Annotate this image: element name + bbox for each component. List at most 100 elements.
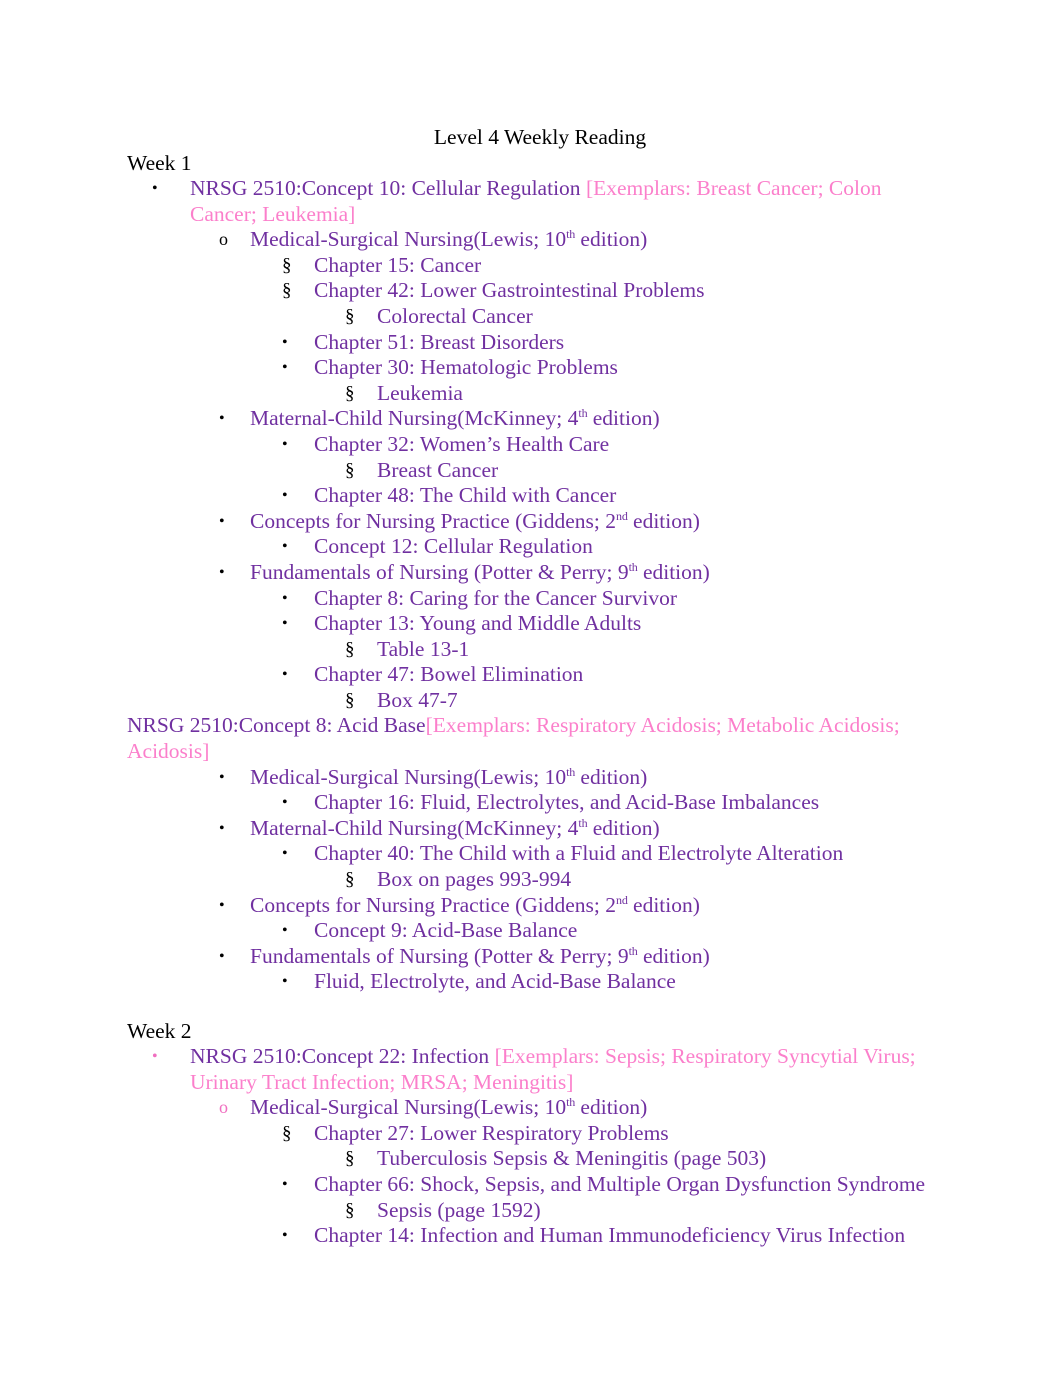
bullet-marker-icon: • xyxy=(219,896,225,914)
concept-heading-acid-base: NRSG 2510:Concept 8: Acid Base[Exemplars… xyxy=(127,713,937,764)
week-2-heading: Week 2 xyxy=(127,1019,192,1043)
list-item-label: Box on pages 993-994 xyxy=(377,867,572,892)
list-item: § Tuberculosis Sepsis & Meningitis (page … xyxy=(127,1146,937,1172)
list-item-label: Concept 9: Acid-Base Balance xyxy=(314,918,578,943)
list-item-label: Fluid, Electrolyte, and Acid-Base Balanc… xyxy=(314,969,676,994)
list-item: § Sepsis (page 1592) xyxy=(127,1198,937,1224)
list-item-label: Chapter 47: Bowel Elimination xyxy=(314,662,584,687)
list-item: • Chapter 8: Caring for the Cancer Surviv… xyxy=(127,586,937,612)
bullet-marker-icon: • xyxy=(282,435,288,453)
list-item: § Chapter 27: Lower Respiratory Problems xyxy=(127,1121,937,1147)
list-item-label: Tuberculosis Sepsis & Meningitis (page 5… xyxy=(377,1146,767,1171)
list-item: • NRSG 2510:Concept 10: Cellular Regulati… xyxy=(127,176,937,227)
list-item: • Concept 9: Acid-Base Balance xyxy=(127,918,937,944)
list-item: o Medical-Surgical Nursing(Lewis; 10th ed… xyxy=(127,227,937,253)
list-item: § Breast Cancer xyxy=(127,458,937,484)
bullet-marker-icon: • xyxy=(152,180,158,197)
list-item-label-tail: edition) xyxy=(587,406,660,431)
list-item: • Concepts for Nursing Practice (Giddens;… xyxy=(127,893,937,919)
section-marker-icon: § xyxy=(345,305,355,327)
list-item: • Chapter 47: Bowel Elimination xyxy=(127,662,937,688)
section-marker-icon: § xyxy=(345,689,355,711)
concept-label: NRSG 2510:Concept 8: Acid Base xyxy=(127,713,426,738)
list-item-label: Chapter 16: Fluid, Electrolytes, and Aci… xyxy=(314,790,820,815)
list-item-label: Breast Cancer xyxy=(377,457,499,482)
list-item: • Concept 12: Cellular Regulation xyxy=(127,534,937,560)
bullet-marker-icon: • xyxy=(219,563,225,581)
list-item-label: Chapter 8: Caring for the Cancer Survivo… xyxy=(314,585,678,610)
bullet-marker-icon: • xyxy=(282,845,288,863)
list-item: § Colorectal Cancer xyxy=(127,304,937,330)
edition-superscript: nd xyxy=(616,892,628,907)
circle-marker-icon: o xyxy=(219,1097,228,1118)
list-item-label-tail: edition) xyxy=(627,508,700,533)
edition-superscript: th xyxy=(566,227,576,242)
list-item: • Fundamentals of Nursing (Potter & Perry… xyxy=(127,944,937,970)
list-item-label: Box 47-7 xyxy=(377,687,458,712)
list-item: • Chapter 16: Fluid, Electrolytes, and Ac… xyxy=(127,790,937,816)
list-item-label: Concepts for Nursing Practice (Giddens; … xyxy=(250,892,617,917)
list-item: • Chapter 51: Breast Disorders xyxy=(127,330,937,356)
bullet-marker-icon: • xyxy=(282,359,288,377)
list-item: • Medical-Surgical Nursing(Lewis; 10th ed… xyxy=(127,765,937,791)
list-item: • Chapter 13: Young and Middle Adults xyxy=(127,611,937,637)
list-item-label: Chapter 13: Young and Middle Adults xyxy=(314,611,642,636)
list-item-label-tail: edition) xyxy=(587,815,660,840)
list-item-label: Medical-Surgical Nursing(Lewis; 10 xyxy=(250,227,567,252)
list-item-label: NRSG 2510:Concept 10: Cellular Regulatio… xyxy=(190,176,586,200)
list-item: • Fundamentals of Nursing (Potter & Perry… xyxy=(127,560,937,586)
list-item-label-tail: edition) xyxy=(637,943,710,968)
list-item-label-tail: edition) xyxy=(627,892,700,917)
list-item-label: Fundamentals of Nursing (Potter & Perry;… xyxy=(250,943,629,968)
bullet-marker-icon: • xyxy=(282,1227,288,1245)
list-item-label: Fundamentals of Nursing (Potter & Perry;… xyxy=(250,559,629,584)
list-item-label: Concepts for Nursing Practice (Giddens; … xyxy=(250,508,617,533)
list-item: § Leukemia xyxy=(127,381,937,407)
bullet-marker-icon: • xyxy=(219,512,225,530)
list-item-label: Sepsis (page 1592) xyxy=(377,1197,541,1222)
list-item-label: Chapter 32: Women’s Health Care xyxy=(314,431,610,456)
bullet-marker-icon: • xyxy=(152,1048,158,1065)
edition-superscript: th xyxy=(566,1095,576,1110)
bullet-marker-icon: • xyxy=(282,666,288,684)
list-item-label: Colorectal Cancer xyxy=(377,303,533,328)
section-marker-icon: § xyxy=(345,382,355,404)
list-item-label-tail: edition) xyxy=(575,764,648,789)
bullet-marker-icon: • xyxy=(282,538,288,556)
list-item-label: Concept 12: Cellular Regulation xyxy=(314,534,593,559)
section-marker-icon: § xyxy=(345,1199,355,1221)
bullet-marker-icon: • xyxy=(282,615,288,633)
section-marker-icon: § xyxy=(345,638,355,660)
list-item: • NRSG 2510:Concept 22: Infection [Exempl… xyxy=(127,1044,937,1095)
edition-superscript: nd xyxy=(616,508,628,523)
section-marker-icon: § xyxy=(282,254,292,276)
bullet-marker-icon: • xyxy=(219,768,225,786)
section-marker-icon: § xyxy=(345,869,355,891)
bullet-marker-icon: • xyxy=(282,922,288,940)
edition-superscript: th xyxy=(628,559,638,574)
list-item: • Fluid, Electrolyte, and Acid-Base Balan… xyxy=(127,969,937,995)
list-item: § Table 13-1 xyxy=(127,637,937,663)
list-item-label-tail: edition) xyxy=(637,559,710,584)
list-item: § Box on pages 993-994 xyxy=(127,867,937,893)
list-item-label: Chapter 30: Hematologic Problems xyxy=(314,355,618,380)
list-item-label: Table 13-1 xyxy=(377,636,470,661)
bullet-marker-icon: • xyxy=(282,973,288,991)
list-item-label: Leukemia xyxy=(377,380,463,405)
list-item: • Maternal-Child Nursing(McKinney; 4th ed… xyxy=(127,816,937,842)
list-item-label: Chapter 42: Lower Gastrointestinal Probl… xyxy=(314,278,705,303)
circle-marker-icon: o xyxy=(219,229,228,250)
list-item: • Chapter 14: Infection and Human Immunod… xyxy=(127,1223,937,1249)
list-item-label: Medical-Surgical Nursing(Lewis; 10 xyxy=(250,764,567,789)
list-item-label: Medical-Surgical Nursing(Lewis; 10 xyxy=(250,1095,567,1120)
list-item-label: Chapter 66: Shock, Sepsis, and Multiple … xyxy=(314,1171,926,1196)
section-marker-icon: § xyxy=(345,459,355,481)
section-marker-icon: § xyxy=(282,1122,292,1144)
list-item-label: Chapter 15: Cancer xyxy=(314,252,482,277)
bullet-marker-icon: • xyxy=(219,947,225,965)
list-item: § Box 47-7 xyxy=(127,688,937,714)
document-body: Level 4 Weekly Reading Week 1 • NRSG 2510… xyxy=(127,124,937,1249)
list-item: • Chapter 66: Shock, Sepsis, and Multiple… xyxy=(127,1172,937,1198)
list-item: • Chapter 48: The Child with Cancer xyxy=(127,483,937,509)
